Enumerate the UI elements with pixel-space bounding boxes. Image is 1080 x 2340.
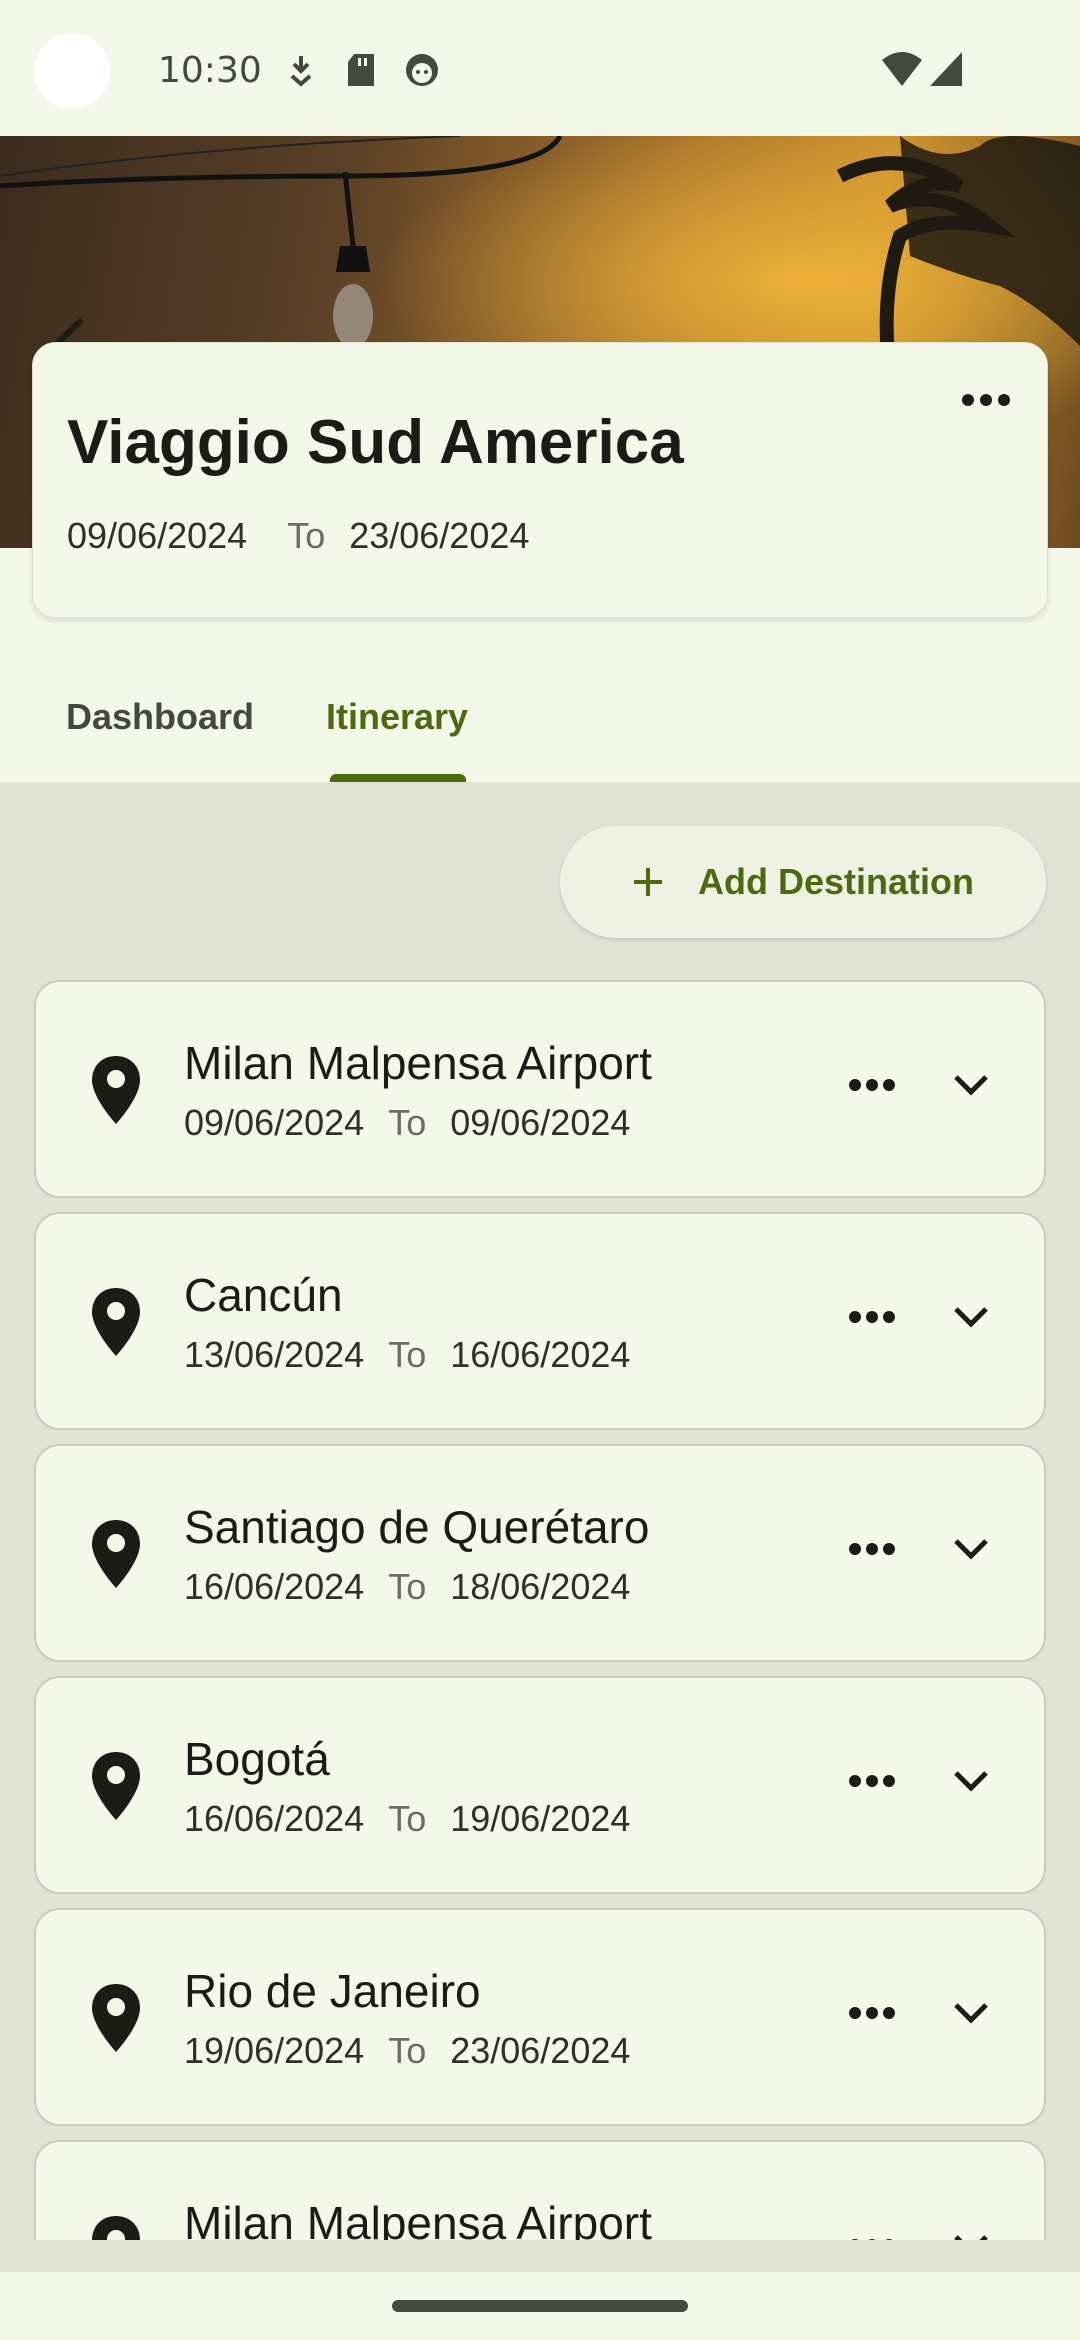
destination-from-date: 13/06/2024: [184, 1334, 365, 1375]
destination-dates: 19/06/2024 To 23/06/2024: [184, 2030, 630, 2072]
destination-name: Milan Malpensa Airport: [184, 2197, 652, 2240]
trip-to-label: To: [287, 515, 326, 556]
destination-name: Milan Malpensa Airport: [184, 1037, 652, 1089]
location-pin-icon: [92, 1520, 140, 1588]
chevron-down-icon[interactable]: [952, 1768, 990, 1794]
plus-icon: [634, 868, 662, 896]
download-arrow-icon: [290, 56, 312, 87]
more-options-icon[interactable]: [961, 393, 1011, 407]
bottom-strip: [0, 2240, 1080, 2272]
destination-card[interactable]: Bogotá 16/06/2024 To 19/06/2024: [34, 1676, 1046, 1894]
trip-dates: 09/06/2024 To 23/06/2024: [67, 515, 529, 557]
destination-to-date: 19/06/2024: [450, 1798, 631, 1839]
destination-from-date: 16/06/2024: [184, 1566, 365, 1607]
chevron-down-icon[interactable]: [952, 1072, 990, 1098]
chevron-down-icon[interactable]: [952, 2232, 990, 2240]
tab-dashboard[interactable]: Dashboard: [66, 696, 254, 738]
camera-cutout: [34, 33, 110, 109]
destination-card[interactable]: Santiago de Querétaro 16/06/2024 To 18/06/2…: [34, 1444, 1046, 1662]
add-destination-button[interactable]: Add Destination: [560, 826, 1046, 938]
destination-card[interactable]: Milan Malpensa Airport: [34, 2140, 1046, 2240]
destination-to-date: 16/06/2024: [450, 1334, 631, 1375]
destination-to-label: To: [388, 1798, 427, 1839]
more-options-icon[interactable]: [848, 1078, 896, 1092]
tab-bar: Dashboard Itinerary: [0, 672, 1080, 782]
destination-dates: 09/06/2024 To 09/06/2024: [184, 1102, 630, 1144]
destination-card[interactable]: Milan Malpensa Airport 09/06/2024 To 09/06/…: [34, 980, 1046, 1198]
trip-header-card: Viaggio Sud America 09/06/2024 To 23/06/…: [32, 342, 1048, 618]
status-bar: 10:30: [0, 0, 1080, 136]
more-options-icon[interactable]: [848, 1542, 896, 1556]
chevron-down-icon[interactable]: [952, 1536, 990, 1562]
location-pin-icon: [92, 1984, 140, 2052]
destination-to-label: To: [388, 1566, 427, 1607]
chevron-down-icon[interactable]: [952, 2000, 990, 2026]
destination-name: Cancún: [184, 1269, 343, 1321]
more-options-icon[interactable]: [848, 1310, 896, 1324]
itinerary-content: Add Destination Milan Malpensa Airport 09…: [0, 782, 1080, 2240]
status-time: 10:30: [158, 50, 262, 91]
destination-name: Bogotá: [184, 1733, 330, 1785]
home-indicator[interactable]: [392, 2300, 688, 2312]
destination-to-date: 09/06/2024: [450, 1102, 631, 1143]
add-destination-label: Add Destination: [698, 861, 974, 902]
signal-icon: [930, 52, 962, 86]
destination-dates: 16/06/2024 To 19/06/2024: [184, 1798, 630, 1840]
destination-card[interactable]: Cancún 13/06/2024 To 16/06/2024: [34, 1212, 1046, 1430]
sd-card-icon: [348, 54, 374, 86]
destination-dates: 16/06/2024 To 18/06/2024: [184, 1566, 630, 1608]
destination-name: Santiago de Querétaro: [184, 1501, 650, 1553]
more-options-icon[interactable]: [848, 2006, 896, 2020]
destination-name: Rio de Janeiro: [184, 1965, 481, 2017]
tab-indicator: [330, 774, 466, 782]
destination-from-date: 09/06/2024: [184, 1102, 365, 1143]
chevron-down-icon[interactable]: [952, 1304, 990, 1330]
more-options-icon[interactable]: [848, 1774, 896, 1788]
location-pin-icon: [92, 1752, 140, 1820]
destination-to-label: To: [388, 1334, 427, 1375]
destination-to-date: 23/06/2024: [450, 2030, 631, 2071]
wifi-icon: [882, 52, 922, 86]
tab-itinerary[interactable]: Itinerary: [326, 696, 468, 738]
destination-to-label: To: [388, 2030, 427, 2071]
location-pin-icon: [92, 1056, 140, 1124]
face-icon: [406, 54, 438, 86]
destination-from-date: 19/06/2024: [184, 2030, 365, 2071]
trip-end-date: 23/06/2024: [349, 515, 530, 556]
trip-start-date: 09/06/2024: [67, 515, 248, 556]
destination-from-date: 16/06/2024: [184, 1798, 365, 1839]
location-pin-icon: [92, 2216, 140, 2240]
destination-dates: 13/06/2024 To 16/06/2024: [184, 1334, 630, 1376]
destination-to-date: 18/06/2024: [450, 1566, 631, 1607]
destination-card[interactable]: Rio de Janeiro 19/06/2024 To 23/06/2024: [34, 1908, 1046, 2126]
trip-title: Viaggio Sud America: [67, 408, 684, 477]
destination-to-label: To: [388, 1102, 427, 1143]
location-pin-icon: [92, 1288, 140, 1356]
